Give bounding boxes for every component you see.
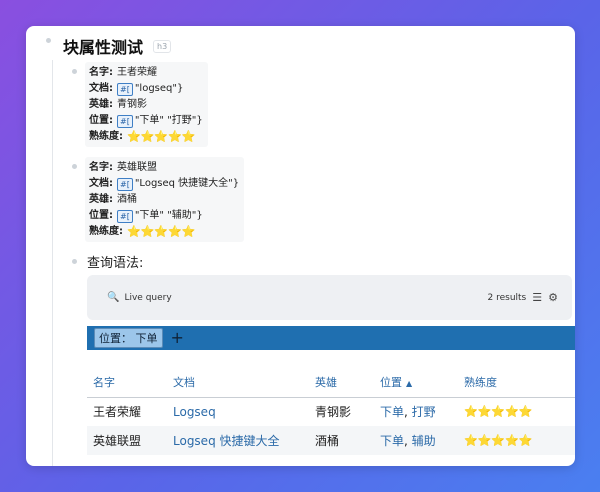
filter-chip[interactable]: 位置： 下单 [94,328,163,348]
indent-guide [52,60,53,466]
live-query-label: Live query [124,292,172,303]
cell-name: 王者荣耀 [93,405,142,420]
search-icon: 🔍 [107,292,120,303]
settings-icon[interactable]: ⚙ [548,291,558,304]
sort-ascending-icon: ▲ [406,378,413,388]
list-view-icon[interactable]: ☰ [532,291,542,304]
property-name: 名字: 王者荣耀 [89,67,157,78]
filter-bar: 位置： 下单 + [87,326,575,350]
position-link[interactable]: 下单 [380,405,404,419]
property-block[interactable]: 名字: 英雄联盟 文档: #[ "Logseq 快捷键大全"} 英雄: 酒桶 位置:… [85,157,245,242]
property-block[interactable]: 名字: 王者荣耀 文档: #[ "logseq"} 英雄: 青钢影 位置: #[ "… [85,62,208,147]
table-header-row: 名字 文档 英雄 位置 ▲ 熟练度 [87,367,575,398]
table-row: 王者荣耀 Logseq 青钢影 下单, 打野 ⭐⭐⭐⭐⭐ [87,397,575,426]
cell-name: 英雄联盟 [93,434,142,448]
live-query-header: 🔍 Live query 2 results ☰ ⚙ [87,275,572,320]
column-header-hero[interactable]: 英雄 [309,367,374,398]
star-rating-icon: ⭐⭐⭐⭐⭐ [127,225,196,238]
property-name: 名字: 英雄联盟 [89,162,157,173]
heading-level-badge: h3 [153,39,172,53]
property-doc: 文档: #[ "logseq"} [89,82,184,96]
property-skill: 熟练度: ⭐⭐⭐⭐⭐ [89,130,196,143]
column-header-name[interactable]: 名字 [87,367,167,398]
tag-pill[interactable]: #[ [117,209,133,223]
position-link[interactable]: 辅助 [412,434,436,448]
results-count: 2 results [487,292,527,303]
column-header-position[interactable]: 位置 ▲ [374,367,458,398]
position-link[interactable]: 打野 [412,405,436,419]
heading-title: 块属性测试 [63,38,144,57]
property-position: 位置: #[ "下单" "辅助"} [89,209,203,223]
heading-bullet[interactable] [46,38,51,43]
block-bullet[interactable] [72,259,77,264]
property-hero: 英雄: 青钢影 [89,99,147,110]
block-bullet[interactable] [72,164,77,169]
cell-hero: 酒桶 [315,434,340,448]
add-filter-icon[interactable]: + [171,330,184,346]
tag-pill[interactable]: #[ [117,114,133,128]
star-rating-icon: ⭐⭐⭐⭐⭐ [127,130,196,143]
cell-position: 下单, 打野 [380,405,436,420]
query-label[interactable]: 查询语法: [87,252,143,271]
star-rating-icon: ⭐⭐⭐⭐⭐ [464,434,533,447]
cell-doc-link[interactable]: Logseq [167,397,309,426]
cell-position: 下单, 辅助 [380,434,436,448]
block-bullet[interactable] [72,69,77,74]
query-results-table: 名字 文档 英雄 位置 ▲ 熟练度 王者荣耀 Logseq 青钢影 下单, 打野 … [87,367,575,455]
column-header-doc[interactable]: 文档 [167,367,309,398]
property-doc: 文档: #[ "Logseq 快捷键大全"} [89,177,240,191]
position-link[interactable]: 下单 [380,434,404,448]
page-heading[interactable]: 块属性测试 h3 [63,34,172,58]
cell-doc-link[interactable]: Logseq 快捷键大全 [167,426,309,455]
property-skill: 熟练度: ⭐⭐⭐⭐⭐ [89,225,196,238]
tag-pill[interactable]: #[ [117,82,133,96]
tag-pill[interactable]: #[ [117,177,133,191]
star-rating-icon: ⭐⭐⭐⭐⭐ [464,405,533,419]
page-card: 块属性测试 h3 名字: 王者荣耀 文档: #[ "logseq"} 英雄: 青钢影… [26,26,575,466]
property-position: 位置: #[ "下单" "打野"} [89,114,203,128]
cell-hero: 青钢影 [315,405,352,420]
table-row: 英雄联盟 Logseq 快捷键大全 酒桶 下单, 辅助 ⭐⭐⭐⭐⭐ [87,426,575,455]
column-header-skill[interactable]: 熟练度 [458,367,575,398]
property-hero: 英雄: 酒桶 [89,194,137,205]
